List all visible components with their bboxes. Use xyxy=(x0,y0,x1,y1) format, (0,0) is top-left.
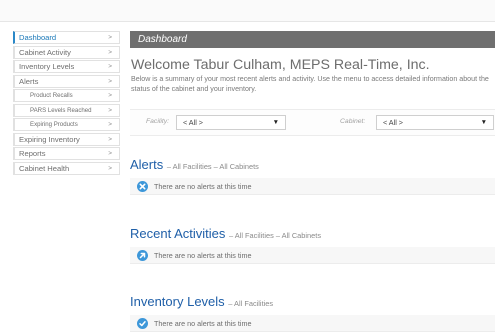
inventory-levels-subtitle: – All Facilities xyxy=(228,299,274,308)
chevron-right-icon: > xyxy=(108,92,112,99)
sidebar-item-expiring-products[interactable]: Expiring Products > xyxy=(13,118,120,131)
facility-select[interactable]: < All > ▼ xyxy=(176,115,286,130)
recent-activities-title: Recent Activities xyxy=(130,226,226,241)
close-icon xyxy=(137,181,148,192)
sidebar-item-dashboard[interactable]: Dashboard > xyxy=(13,31,120,44)
dropdown-arrow-icon: ▼ xyxy=(272,119,279,126)
sidebar-item-label: Inventory Levels xyxy=(19,62,75,71)
chevron-right-icon: > xyxy=(108,106,112,114)
alerts-subtitle: – All Facilities – All Cabinets xyxy=(166,162,259,171)
cabinet-select[interactable]: < All > ▼ xyxy=(376,115,494,130)
chevron-right-icon: > xyxy=(108,164,112,172)
sidebar-item-label: Alerts xyxy=(19,76,39,86)
chevron-right-icon: > xyxy=(108,121,112,128)
alerts-message-row: There are no alerts at this time xyxy=(130,178,495,195)
chevron-right-icon: > xyxy=(108,150,112,157)
sidebar-item-reports[interactable]: Reports > xyxy=(13,147,120,160)
sidebar-item-cabinet-health[interactable]: Cabinet Health > xyxy=(13,161,120,175)
sidebar-item-label: Expiring Products xyxy=(30,121,78,128)
dropdown-arrow-icon: ▼ xyxy=(480,119,487,126)
inventory-levels-section: Inventory Levels – All Facilities There … xyxy=(130,294,495,332)
sidebar-item-label: Dashboard xyxy=(19,33,57,42)
inventory-levels-title: Inventory Levels xyxy=(130,294,225,309)
recent-activities-section: Recent Activities – All Facilities – All… xyxy=(130,226,495,264)
arrow-icon xyxy=(137,250,148,261)
top-strip xyxy=(0,0,495,22)
sidebar-item-label: Cabinet Health xyxy=(19,163,70,173)
summary-text: Below is a summary of your most recent a… xyxy=(131,75,489,93)
sidebar-item-inventory-levels[interactable]: Inventory Levels > xyxy=(13,60,120,73)
chevron-right-icon: > xyxy=(108,135,112,143)
recent-activities-heading: Recent Activities – All Facilities – All… xyxy=(130,226,495,244)
alerts-heading: Alerts – All Facilities – All Cabinets xyxy=(130,157,495,175)
sidebar: Dashboard > Cabinet Activity > Inventory… xyxy=(13,31,120,176)
cabinet-label: Cabinet: xyxy=(340,118,366,125)
chevron-right-icon: > xyxy=(108,63,112,70)
welcome-heading: Welcome Tabur Culham, MEPS Real-Time, In… xyxy=(131,57,430,73)
sidebar-item-label: Product Recalls xyxy=(30,92,73,99)
sidebar-item-product-recalls[interactable]: Product Recalls > xyxy=(13,89,120,102)
alerts-section: Alerts – All Facilities – All Cabinets T… xyxy=(130,157,495,195)
main-content: Dashboard Welcome Tabur Culham, MEPS Rea… xyxy=(130,31,495,332)
alerts-title: Alerts xyxy=(130,157,164,172)
chevron-right-icon: > xyxy=(108,34,112,41)
sidebar-item-pars-levels[interactable]: PARS Levels Reached > xyxy=(13,103,120,117)
filter-bar: Facility: < All > ▼ Cabinet: < All > ▼ xyxy=(130,109,495,136)
sidebar-item-label: Reports xyxy=(19,149,46,158)
recent-activities-subtitle: – All Facilities – All Cabinets xyxy=(229,231,322,240)
facility-label: Facility: xyxy=(146,118,170,125)
inventory-levels-heading: Inventory Levels – All Facilities xyxy=(130,294,495,312)
chevron-right-icon: > xyxy=(108,48,112,56)
sidebar-item-label: Cabinet Activity xyxy=(19,47,71,57)
chevron-right-icon: > xyxy=(108,77,112,85)
cabinet-select-value: < All > xyxy=(383,118,403,127)
sidebar-item-expiring-inventory[interactable]: Expiring Inventory > xyxy=(13,132,120,146)
sidebar-item-label: Expiring Inventory xyxy=(19,134,80,144)
page-title: Dashboard xyxy=(138,34,187,45)
sidebar-item-cabinet-activity[interactable]: Cabinet Activity > xyxy=(13,45,120,59)
page-header: Dashboard xyxy=(130,31,495,48)
recent-activities-message-row: There are no alerts at this time xyxy=(130,247,495,264)
sidebar-item-label: PARS Levels Reached xyxy=(30,106,92,114)
sidebar-item-alerts[interactable]: Alerts > xyxy=(13,74,120,88)
alerts-message: There are no alerts at this time xyxy=(154,182,252,191)
facility-select-value: < All > xyxy=(183,118,203,127)
recent-activities-message: There are no alerts at this time xyxy=(154,251,252,260)
